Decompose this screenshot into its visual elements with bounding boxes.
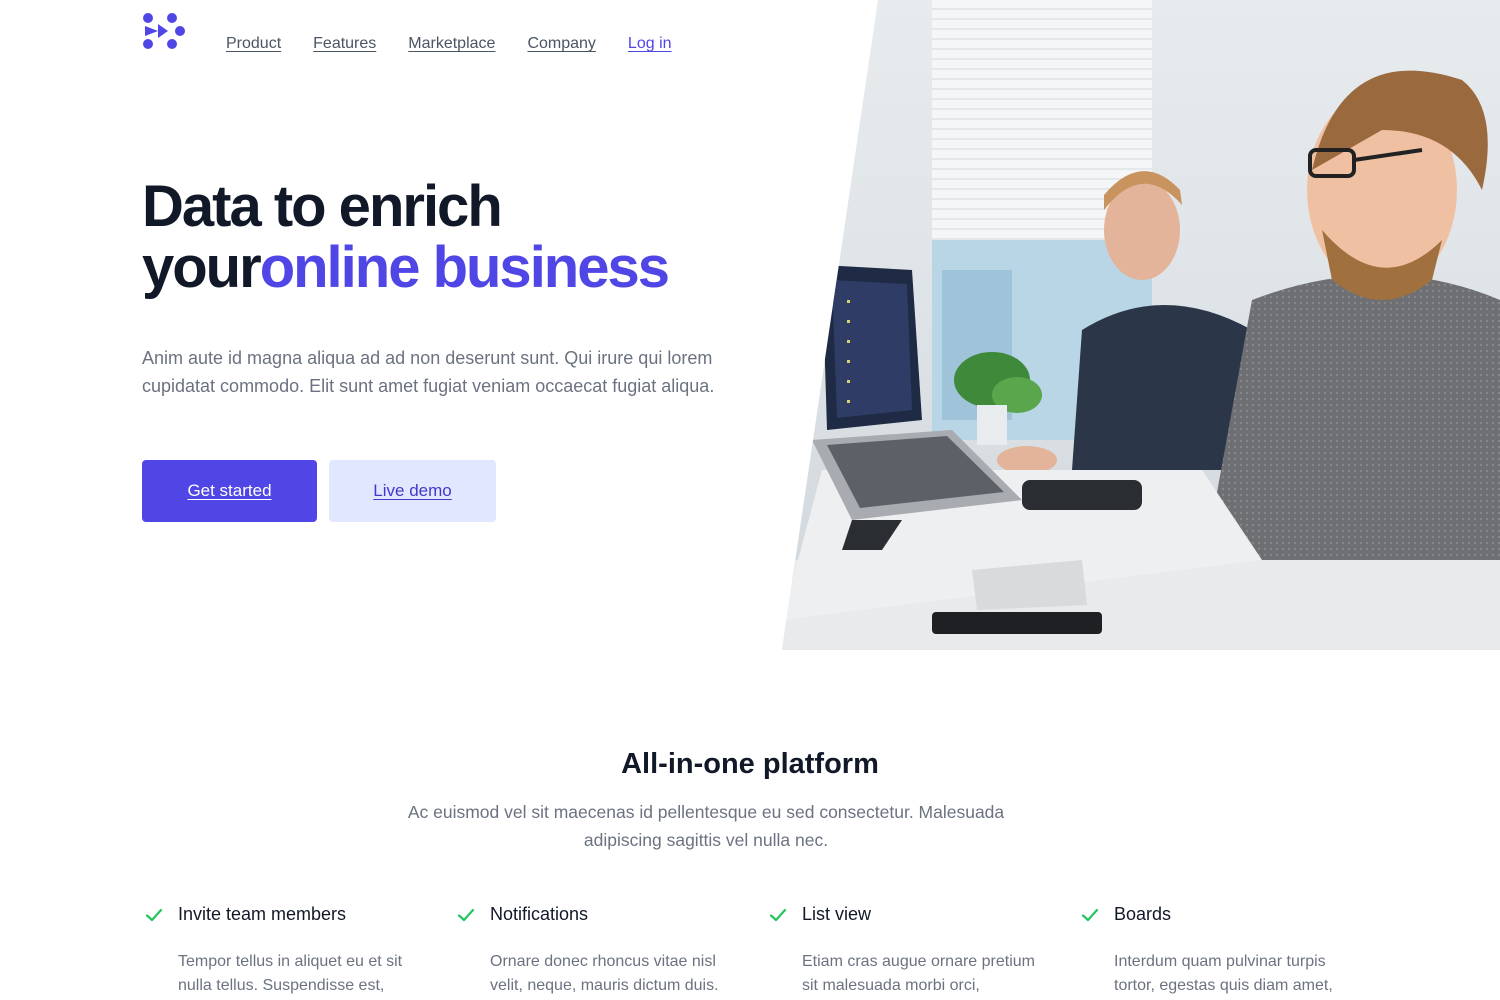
feature-description: Interdum quam pulvinar turpis tortor, eg… — [1114, 953, 1333, 994]
hero-title-line1: Data to enrich — [142, 174, 503, 239]
hero-title-accent: online business — [259, 235, 670, 300]
check-icon — [457, 908, 475, 922]
check-icon — [145, 908, 163, 922]
login-link[interactable]: Log in — [628, 34, 672, 54]
get-started-button[interactable]: Get started — [142, 460, 317, 522]
feature-name: List view — [802, 904, 872, 924]
feature-name: Boards — [1114, 904, 1172, 924]
feature-description: Tempor tellus in aliquet eu et sit nulla… — [178, 953, 403, 994]
hero-photo — [782, 0, 1500, 650]
feature-description: Etiam cras augue ornare pretium sit male… — [802, 953, 1035, 994]
section-title: All-in-one platform — [621, 748, 879, 780]
check-icon — [1081, 908, 1099, 922]
section-description: Ac euismod vel sit maecenas id pellentes… — [407, 802, 1005, 850]
hero-title: Data to enrich youronline business — [142, 176, 782, 298]
hero-title-plain: your — [142, 235, 262, 300]
nav-link-company[interactable]: Company — [527, 34, 595, 54]
brand-logo-icon[interactable] — [142, 12, 186, 52]
hero-description: Anim aute id magna aliqua ad ad non dese… — [142, 348, 715, 396]
nav-link-features[interactable]: Features — [313, 34, 376, 54]
nav-link-marketplace[interactable]: Marketplace — [408, 34, 495, 54]
main-nav: Product Features Marketplace Company Log… — [226, 34, 672, 54]
check-icon — [769, 908, 787, 922]
feature-name: Invite team members — [178, 904, 347, 924]
feature-name: Notifications — [490, 904, 589, 924]
feature-description: Ornare donec rhoncus vitae nisl velit, n… — [490, 953, 719, 994]
live-demo-button[interactable]: Live demo — [329, 460, 496, 522]
feature-list: Invite team members Tempor tellus in ali… — [142, 900, 1358, 1000]
office-photo-illustration — [782, 0, 1500, 650]
nav-link-product[interactable]: Product — [226, 34, 281, 54]
